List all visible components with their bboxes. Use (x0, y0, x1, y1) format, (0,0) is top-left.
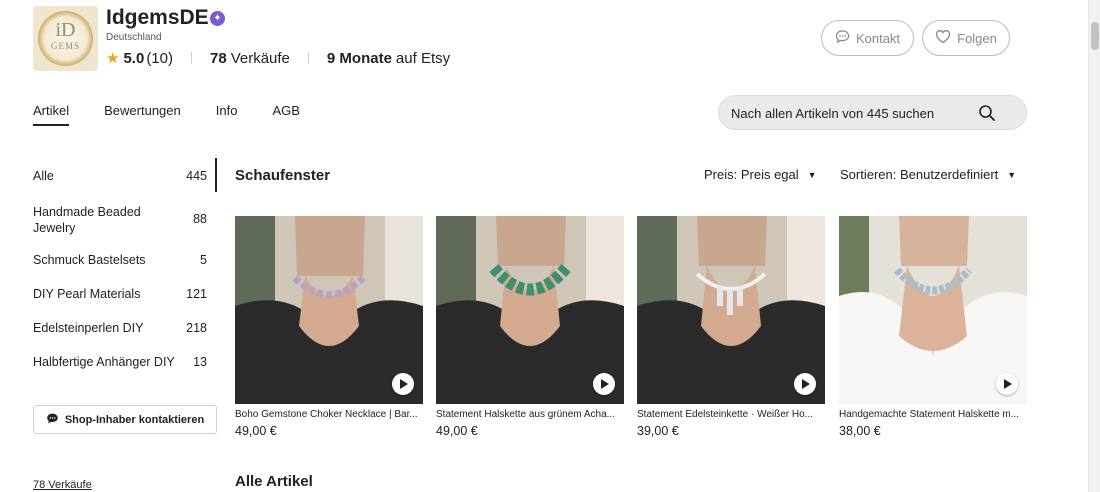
months-suffix: auf Etsy (395, 49, 451, 67)
shop-logo[interactable]: iD GEMS (33, 6, 98, 71)
sidebar-item-count: 5 (200, 253, 207, 267)
sidebar-item-label: Edelsteinperlen DIY (33, 321, 144, 335)
shop-name: IdgemsDE (106, 6, 209, 29)
listing-image[interactable] (436, 216, 624, 404)
section-title-showcase: Schaufenster (235, 167, 331, 184)
caret-down-icon: ▼ (1007, 169, 1017, 180)
search-icon[interactable] (978, 104, 996, 122)
shop-logo-text: iD (55, 19, 76, 41)
shop-stats: ★ 5.0 (10) 78 Verkäufe 9 Monate auf Etsy (106, 48, 450, 68)
sort-dropdown[interactable]: Sortieren: Benutzerdefiniert ▼ (840, 167, 1016, 182)
play-video-icon[interactable] (996, 373, 1018, 395)
sidebar-item-count: 121 (186, 287, 207, 301)
tab-agb[interactable]: AGB (272, 103, 299, 129)
scrollbar-thumb[interactable] (1091, 22, 1099, 50)
chat-bubble-icon (46, 412, 59, 428)
caret-down-icon: ▼ (807, 169, 817, 180)
chat-bubble-icon (835, 29, 850, 47)
sidebar-item-halbfertige-anhaenger-diy[interactable]: Halbfertige Anhänger DIY 13 (33, 344, 217, 378)
play-video-icon[interactable] (593, 373, 615, 395)
shop-rating[interactable]: 5.0 (123, 50, 144, 67)
contact-shop-owner-label: Shop-Inhaber kontaktieren (64, 413, 205, 426)
sidebar-item-count: 88 (193, 212, 207, 226)
months-on-etsy: 9 Monate (326, 49, 392, 67)
sales-label: Verkäufe (230, 49, 290, 67)
tab-artikel[interactable]: Artikel (33, 103, 70, 129)
sidebar-item-count: 445 (186, 169, 207, 183)
listing-price: 38,00 € (839, 424, 881, 438)
review-count[interactable]: (10) (146, 50, 173, 67)
listing-title[interactable]: Handgemachte Statement Halskette m... (839, 409, 1027, 421)
heart-icon (935, 29, 951, 47)
shop-search-box (718, 95, 1027, 130)
play-video-icon[interactable] (392, 373, 414, 395)
shop-search-input[interactable] (731, 103, 981, 123)
listing-title[interactable]: Boho Gemstone Choker Necklace | Bar... (235, 409, 423, 421)
stats-divider (307, 52, 309, 64)
listing-price: 49,00 € (235, 424, 277, 438)
sales-link[interactable]: 78 Verkäufe (33, 479, 92, 491)
follow-button[interactable]: Folgen (922, 20, 1010, 56)
contact-shop-owner-button[interactable]: Shop-Inhaber kontaktieren (33, 405, 217, 434)
listing-card[interactable]: Handgemachte Statement Halskette m... 38… (839, 216, 1027, 438)
shop-tabs: Artikel Bewertungen Info AGB (33, 103, 335, 129)
sidebar-item-edelsteinperlen-diy[interactable]: Edelsteinperlen DIY 218 (33, 310, 217, 344)
page-scrollbar[interactable] (1088, 0, 1100, 492)
play-video-icon[interactable] (794, 373, 816, 395)
tab-bewertungen[interactable]: Bewertungen (104, 103, 181, 129)
listing-price: 39,00 € (637, 424, 679, 438)
sidebar-item-label: Halbfertige Anhänger DIY (33, 355, 175, 369)
listing-image[interactable] (235, 216, 423, 404)
star-seller-badge-icon[interactable]: ✦ (210, 11, 225, 26)
sidebar-item-count: 218 (186, 321, 207, 335)
follow-button-label: Folgen (957, 30, 997, 46)
sidebar-item-label: DIY Pearl Materials (33, 287, 141, 301)
shop-logo-subtext: GEMS (50, 41, 80, 51)
sales-count: 78 (210, 49, 227, 67)
sidebar-item-label: Handmade Beaded Jewelry (33, 205, 141, 235)
sidebar-item-diy-pearl-materials[interactable]: DIY Pearl Materials 121 (33, 276, 217, 310)
sidebar-item-label: Schmuck Bastelsets (33, 253, 146, 267)
sidebar-item-schmuck-bastelsets[interactable]: Schmuck Bastelsets 5 (33, 242, 217, 276)
contact-button[interactable]: Kontakt (821, 20, 914, 56)
listing-title[interactable]: Statement Halskette aus grünem Acha... (436, 409, 624, 421)
sort-label: Sortieren: Benutzerdefiniert (840, 167, 999, 182)
contact-button-label: Kontakt (855, 30, 901, 46)
listing-image[interactable] (637, 216, 825, 404)
listing-price: 49,00 € (436, 424, 478, 438)
shop-country: Deutschland (106, 32, 162, 43)
tab-info[interactable]: Info (216, 103, 238, 129)
listing-card[interactable]: Boho Gemstone Choker Necklace | Bar... 4… (235, 216, 423, 438)
price-filter-label: Preis: Preis egal (704, 167, 799, 182)
category-sidebar: Alle 445 Handmade Beaded Jewelry 88 Schm… (33, 158, 217, 378)
listing-image[interactable] (839, 216, 1027, 404)
price-filter-dropdown[interactable]: Preis: Preis egal ▼ (704, 167, 817, 182)
sidebar-item-label: Alle (33, 169, 54, 183)
stats-divider (191, 52, 192, 64)
section-title-all-items: Alle Artikel (235, 473, 313, 490)
sidebar-item-alle[interactable]: Alle 445 (33, 158, 217, 192)
sidebar-item-handmade-beaded-jewelry[interactable]: Handmade Beaded Jewelry 88 (33, 192, 217, 242)
listing-card[interactable]: Statement Edelsteinkette · Weißer Ho... … (637, 216, 825, 438)
star-icon: ★ (106, 50, 120, 67)
listing-card[interactable]: Statement Halskette aus grünem Acha... 4… (436, 216, 624, 438)
sidebar-item-count: 13 (193, 355, 207, 369)
listing-title[interactable]: Statement Edelsteinkette · Weißer Ho... (637, 409, 825, 421)
